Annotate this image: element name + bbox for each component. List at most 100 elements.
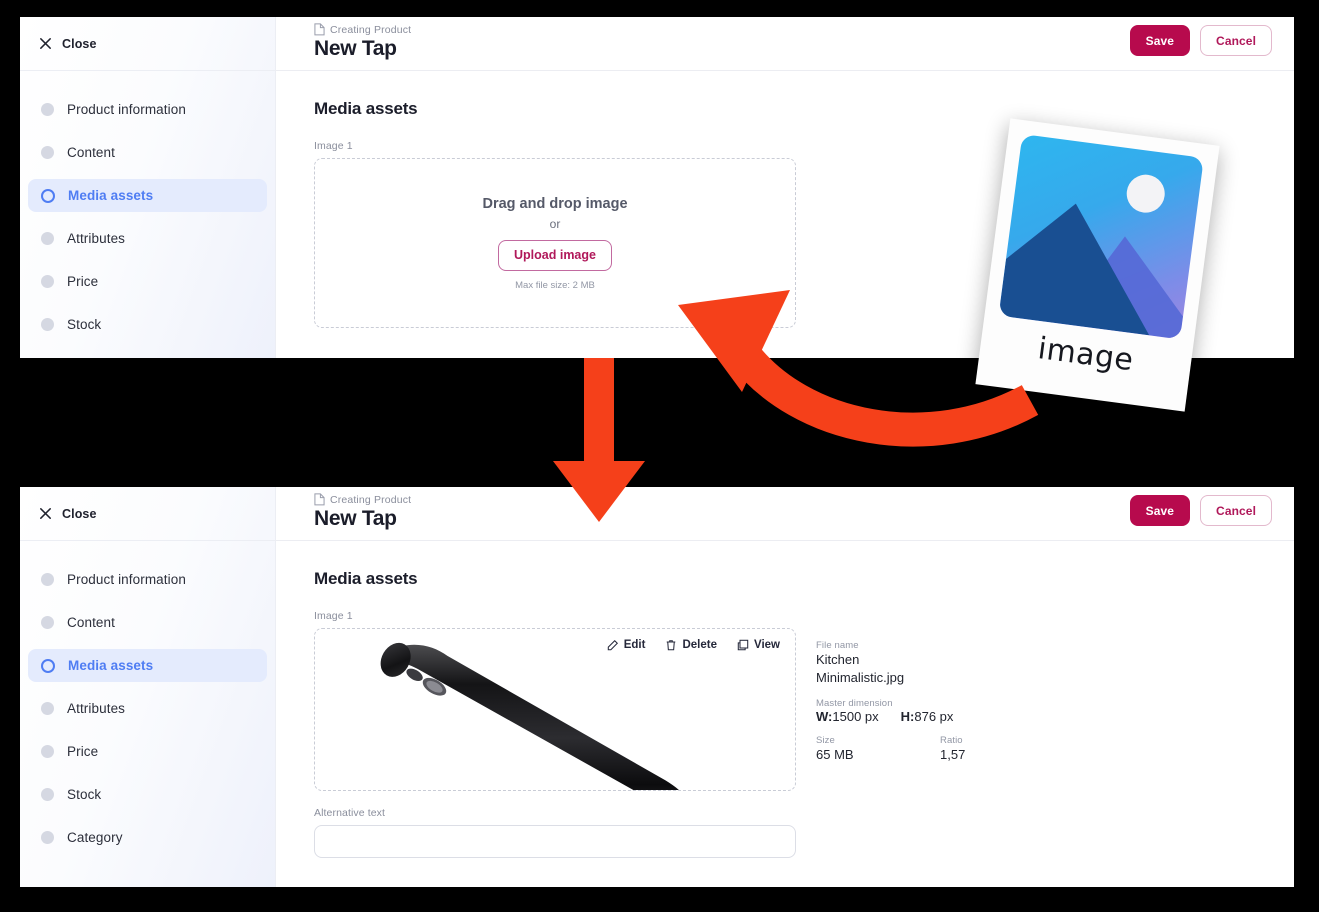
sidebar-item-price[interactable]: Price xyxy=(28,735,267,768)
meta-ratio: Ratio 1,57 xyxy=(940,735,965,764)
trash-icon xyxy=(667,640,676,651)
breadcrumb-text: Creating Product xyxy=(330,23,412,36)
sidebar-item-attributes[interactable]: Attributes xyxy=(28,692,267,725)
polaroid-image-card: image xyxy=(975,118,1220,412)
sidebar-item-stock[interactable]: Stock xyxy=(28,308,267,341)
sidebar-item-label: Product information xyxy=(67,572,186,587)
cancel-button[interactable]: Cancel xyxy=(1200,25,1272,56)
alternative-text-field: Alternative text xyxy=(314,807,1272,858)
sidebar-item-stock[interactable]: Stock xyxy=(28,778,267,811)
meta-size: Size 65 MB xyxy=(816,735,940,764)
page-title: New Tap xyxy=(314,507,397,530)
ratio-value: 1,57 xyxy=(940,746,966,762)
sidebar: Close Product information Content Media … xyxy=(20,17,276,358)
step-dot-icon xyxy=(41,318,54,331)
sidebar-item-attributes[interactable]: Attributes xyxy=(28,222,267,255)
dropzone-max-size-note: Max file size: 2 MB xyxy=(515,279,595,291)
sidebar-item-product-information[interactable]: Product information xyxy=(28,563,267,596)
save-button[interactable]: Save xyxy=(1129,25,1191,56)
sidebar-item-label: Price xyxy=(67,744,99,759)
sidebar-item-media-assets[interactable]: Media assets xyxy=(28,179,267,212)
breadcrumb-text: Creating Product xyxy=(330,493,412,506)
file-name-label: File name xyxy=(816,640,859,651)
size-value: 65 MB xyxy=(816,746,854,762)
step-ring-icon xyxy=(41,658,55,673)
sidebar-header: Close xyxy=(20,17,275,71)
sidebar-item-category[interactable]: Category xyxy=(28,351,267,358)
mountains-icon xyxy=(998,203,1183,340)
sidebar-item-content[interactable]: Content xyxy=(28,136,267,169)
step-dot-icon xyxy=(41,573,54,586)
product-image-faucet xyxy=(380,642,679,790)
width-key: W: xyxy=(816,708,833,724)
view-image-button[interactable]: View xyxy=(736,637,781,653)
dropzone-title: Drag and drop image xyxy=(482,195,628,212)
sidebar-item-label: Attributes xyxy=(67,701,126,716)
upload-image-button[interactable]: Upload image xyxy=(498,239,612,271)
sidebar: Close Product information Content Media … xyxy=(20,487,276,887)
size-label: Size xyxy=(816,734,835,746)
sidebar-item-label: Media assets xyxy=(68,188,154,203)
sidebar-item-category[interactable]: Category xyxy=(28,821,267,854)
sidebar-item-price[interactable]: Price xyxy=(28,265,267,298)
sidebar-item-content[interactable]: Content xyxy=(28,606,267,639)
image-preview-row: Edit Delete View File name Kitchen Minim… xyxy=(314,628,1272,791)
image-preview[interactable]: Edit Delete View xyxy=(314,628,796,791)
header-actions: Save Cancel xyxy=(1129,495,1272,526)
height-key: H: xyxy=(900,708,915,724)
step-dot-icon xyxy=(41,616,54,629)
dimension-label: Master dimension xyxy=(816,697,893,709)
sidebar-nav: Product information Content Media assets… xyxy=(20,541,275,854)
section-title: Media assets xyxy=(314,569,418,588)
view-label: View xyxy=(754,639,780,651)
sidebar-header: Close xyxy=(20,487,275,541)
sidebar-item-label: Attributes xyxy=(67,231,126,246)
meta-file-name: File name Kitchen Minimalistic.jpg xyxy=(816,640,965,687)
alternative-text-input[interactable] xyxy=(314,825,796,858)
step-dot-icon xyxy=(41,745,54,758)
file-metadata: File name Kitchen Minimalistic.jpg Maste… xyxy=(816,628,965,791)
delete-image-button[interactable]: Delete xyxy=(664,637,718,653)
step-dot-icon xyxy=(41,275,54,288)
page-title: New Tap xyxy=(314,37,397,60)
image-dropzone[interactable]: Drag and drop image or Upload image Max … xyxy=(314,158,796,328)
sidebar-nav: Product information Content Media assets… xyxy=(20,71,275,358)
alternative-text-label: Alternative text xyxy=(314,807,386,819)
step-dot-icon xyxy=(41,232,54,245)
screenshot-stage: Close Product information Content Media … xyxy=(0,0,1319,912)
edit-label: Edit xyxy=(623,639,646,651)
sidebar-item-media-assets[interactable]: Media assets xyxy=(28,649,267,682)
file-name-line-2: Minimalistic.jpg xyxy=(816,669,905,685)
width-value: 1500 px xyxy=(832,708,879,724)
page-header: Creating Product New Tap Save Cancel xyxy=(276,17,1294,71)
image-placeholder-icon xyxy=(998,134,1204,340)
main-content: Creating Product New Tap Save Cancel Med… xyxy=(276,487,1294,887)
sidebar-item-product-information[interactable]: Product information xyxy=(28,93,267,126)
down-arrow-shaft xyxy=(584,358,614,468)
save-button[interactable]: Save xyxy=(1129,495,1191,526)
sidebar-item-label: Price xyxy=(67,274,99,289)
sidebar-item-label: Stock xyxy=(67,787,102,802)
step-dot-icon xyxy=(41,103,54,116)
section-title: Media assets xyxy=(314,99,418,118)
app-panel-after: Close Product information Content Media … xyxy=(20,487,1294,887)
ratio-label: Ratio xyxy=(940,734,963,746)
sidebar-item-label: Stock xyxy=(67,317,102,332)
step-dot-icon xyxy=(41,788,54,801)
edit-image-button[interactable]: Edit xyxy=(605,637,647,653)
close-label: Close xyxy=(62,36,97,51)
dropzone-or-label: or xyxy=(549,216,561,231)
edit-icon xyxy=(607,639,618,651)
cancel-button[interactable]: Cancel xyxy=(1200,495,1272,526)
delete-label: Delete xyxy=(682,639,717,651)
close-button[interactable]: Close xyxy=(38,36,97,51)
document-icon xyxy=(314,493,325,506)
close-button[interactable]: Close xyxy=(38,506,97,521)
page-header: Creating Product New Tap Save Cancel xyxy=(276,487,1294,541)
meta-size-ratio: Size 65 MB Ratio 1,57 xyxy=(816,735,965,764)
sidebar-item-label: Media assets xyxy=(68,658,154,673)
file-name-line-1: Kitchen xyxy=(816,652,860,667)
step-dot-icon xyxy=(41,702,54,715)
image-actions-toolbar: Edit Delete View xyxy=(605,637,781,653)
expand-icon xyxy=(737,639,749,651)
